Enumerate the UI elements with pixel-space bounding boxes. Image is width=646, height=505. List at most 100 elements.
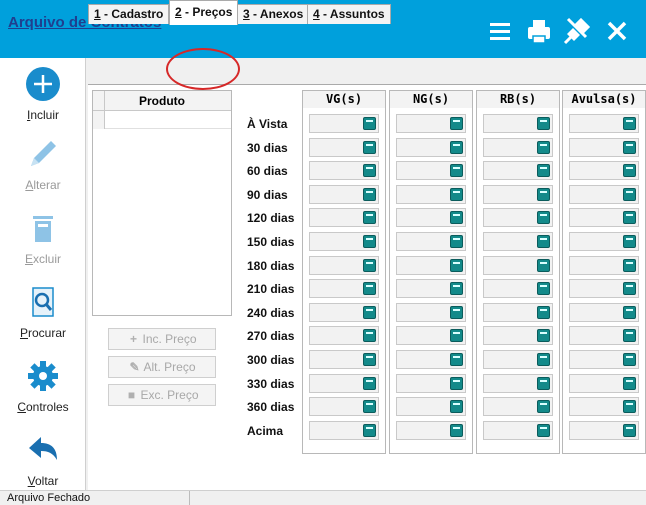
price-field[interactable]: [309, 303, 379, 322]
inc-preco-button[interactable]: + Inc. Preço: [108, 328, 216, 350]
calculator-icon[interactable]: [363, 141, 376, 154]
calculator-icon[interactable]: [363, 282, 376, 295]
price-field[interactable]: [483, 326, 553, 345]
calculator-icon[interactable]: [363, 306, 376, 319]
price-field[interactable]: [483, 161, 553, 180]
price-field[interactable]: [396, 279, 466, 298]
price-field[interactable]: [483, 138, 553, 157]
calculator-icon[interactable]: [450, 329, 463, 342]
alterar-button[interactable]: Alterar: [0, 132, 86, 202]
price-field[interactable]: [309, 326, 379, 345]
calculator-icon[interactable]: [450, 306, 463, 319]
calculator-icon[interactable]: [450, 353, 463, 366]
calculator-icon[interactable]: [623, 188, 636, 201]
calculator-icon[interactable]: [537, 400, 550, 413]
calculator-icon[interactable]: [623, 424, 636, 437]
produto-table[interactable]: Produto: [92, 90, 232, 316]
price-field[interactable]: [309, 232, 379, 251]
price-field[interactable]: [396, 421, 466, 440]
price-field[interactable]: [569, 161, 639, 180]
calculator-icon[interactable]: [450, 400, 463, 413]
calculator-icon[interactable]: [537, 424, 550, 437]
menu-icon[interactable]: [484, 14, 518, 48]
table-row[interactable]: [93, 111, 231, 129]
calculator-icon[interactable]: [537, 235, 550, 248]
price-field[interactable]: [569, 114, 639, 133]
excluir-button[interactable]: Excluir: [0, 206, 86, 276]
price-field[interactable]: [309, 279, 379, 298]
calculator-icon[interactable]: [363, 117, 376, 130]
incluir-button[interactable]: Incluir: [0, 62, 86, 132]
calculator-icon[interactable]: [623, 306, 636, 319]
calculator-icon[interactable]: [450, 141, 463, 154]
calculator-icon[interactable]: [623, 353, 636, 366]
price-field[interactable]: [483, 303, 553, 322]
price-field[interactable]: [569, 232, 639, 251]
price-field[interactable]: [569, 185, 639, 204]
price-field[interactable]: [309, 256, 379, 275]
price-field[interactable]: [483, 279, 553, 298]
calculator-icon[interactable]: [450, 259, 463, 272]
calculator-icon[interactable]: [537, 188, 550, 201]
price-field[interactable]: [569, 421, 639, 440]
calculator-icon[interactable]: [623, 259, 636, 272]
price-field[interactable]: [396, 138, 466, 157]
price-field[interactable]: [483, 350, 553, 369]
price-field[interactable]: [483, 374, 553, 393]
calculator-icon[interactable]: [450, 117, 463, 130]
price-field[interactable]: [569, 138, 639, 157]
calculator-icon[interactable]: [450, 424, 463, 437]
calculator-icon[interactable]: [450, 235, 463, 248]
calculator-icon[interactable]: [363, 235, 376, 248]
tab-precos[interactable]: 2 - Preços: [169, 0, 239, 25]
calculator-icon[interactable]: [450, 164, 463, 177]
close-icon[interactable]: [600, 14, 634, 48]
calculator-icon[interactable]: [363, 377, 376, 390]
procurar-button[interactable]: Procurar: [0, 280, 86, 350]
calculator-icon[interactable]: [623, 141, 636, 154]
price-field[interactable]: [396, 374, 466, 393]
price-field[interactable]: [396, 303, 466, 322]
calculator-icon[interactable]: [537, 306, 550, 319]
price-field[interactable]: [569, 303, 639, 322]
price-field[interactable]: [309, 421, 379, 440]
price-field[interactable]: [309, 208, 379, 227]
price-field[interactable]: [396, 185, 466, 204]
price-field[interactable]: [396, 232, 466, 251]
price-field[interactable]: [569, 256, 639, 275]
tab-assuntos[interactable]: 4 - Assuntos: [307, 4, 391, 24]
price-field[interactable]: [309, 185, 379, 204]
calculator-icon[interactable]: [363, 211, 376, 224]
price-field[interactable]: [483, 397, 553, 416]
price-field[interactable]: [396, 397, 466, 416]
price-field[interactable]: [309, 114, 379, 133]
calculator-icon[interactable]: [450, 188, 463, 201]
price-field[interactable]: [483, 232, 553, 251]
calculator-icon[interactable]: [623, 164, 636, 177]
price-field[interactable]: [396, 208, 466, 227]
price-field[interactable]: [309, 397, 379, 416]
calculator-icon[interactable]: [363, 188, 376, 201]
calculator-icon[interactable]: [623, 117, 636, 130]
calculator-icon[interactable]: [537, 377, 550, 390]
calculator-icon[interactable]: [537, 141, 550, 154]
calculator-icon[interactable]: [450, 377, 463, 390]
calculator-icon[interactable]: [363, 329, 376, 342]
calculator-icon[interactable]: [537, 353, 550, 366]
calculator-icon[interactable]: [363, 164, 376, 177]
price-field[interactable]: [483, 421, 553, 440]
price-field[interactable]: [396, 114, 466, 133]
price-field[interactable]: [396, 256, 466, 275]
price-field[interactable]: [396, 161, 466, 180]
exc-preco-button[interactable]: ■ Exc. Preço: [108, 384, 216, 406]
price-field[interactable]: [483, 114, 553, 133]
price-field[interactable]: [569, 208, 639, 227]
price-field[interactable]: [483, 185, 553, 204]
tab-anexos[interactable]: 3 - Anexos: [237, 4, 310, 24]
calculator-icon[interactable]: [363, 259, 376, 272]
calculator-icon[interactable]: [363, 424, 376, 437]
calculator-icon[interactable]: [537, 282, 550, 295]
pin-icon[interactable]: [560, 14, 594, 48]
calculator-icon[interactable]: [537, 164, 550, 177]
calculator-icon[interactable]: [450, 211, 463, 224]
